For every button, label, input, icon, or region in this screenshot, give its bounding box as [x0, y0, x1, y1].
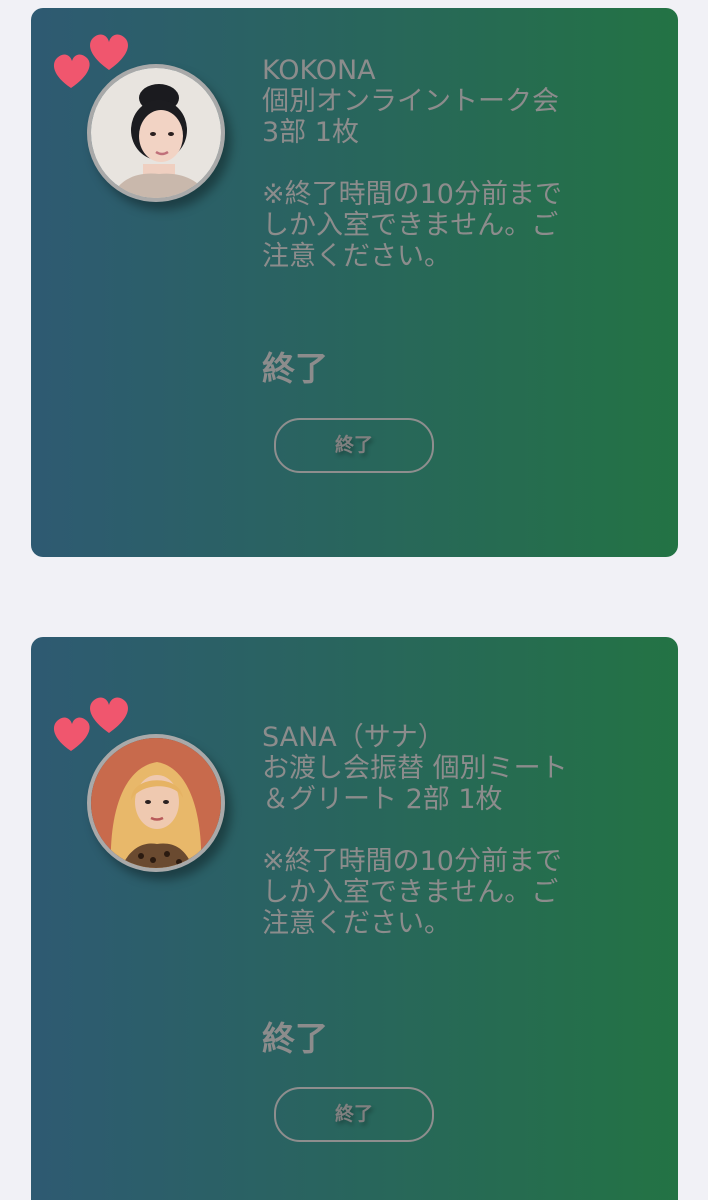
- entry-notice: ※終了時間の10分前まで しか入室できません。ご 注意ください。: [262, 179, 662, 272]
- entry-notice: ※終了時間の10分前まで しか入室できません。ご 注意ください。: [262, 846, 662, 939]
- avatar: [87, 64, 225, 202]
- ticket-info: SANA（サナ） お渡し会振替 個別ミート ＆グリート 2部 1枚 ※終了時間の…: [262, 722, 662, 939]
- status-label: 終了: [262, 1019, 328, 1058]
- notice-line: 注意ください。: [262, 241, 451, 272]
- member-name: SANA（サナ）: [262, 722, 445, 753]
- kokona-photo: [91, 68, 221, 198]
- sana-photo: [91, 738, 221, 868]
- ticket-info: KOKONA 個別オンライントーク会 3部 1枚 ※終了時間の10分前まで しか…: [262, 55, 662, 272]
- ticket-card-sana: SANA（サナ） お渡し会振替 個別ミート ＆グリート 2部 1枚 ※終了時間の…: [31, 637, 678, 1200]
- notice-line: ※終了時間の10分前まで: [262, 846, 562, 877]
- event-detail: 3部 1枚: [262, 117, 359, 148]
- status-label: 終了: [262, 349, 328, 388]
- notice-line: 注意ください。: [262, 908, 451, 939]
- event-title: お渡し会振替 個別ミート: [262, 753, 568, 784]
- notice-line: しか入室できません。ご: [262, 877, 559, 908]
- avatar: [87, 734, 225, 872]
- end-button[interactable]: 終了: [274, 1087, 434, 1142]
- notice-line: ※終了時間の10分前まで: [262, 179, 562, 210]
- end-button[interactable]: 終了: [274, 418, 434, 473]
- member-name: KOKONA: [262, 55, 376, 86]
- ticket-card-kokona: KOKONA 個別オンライントーク会 3部 1枚 ※終了時間の10分前まで しか…: [31, 8, 678, 557]
- event-title: 個別オンライントーク会: [262, 86, 559, 117]
- event-detail: ＆グリート 2部 1枚: [262, 784, 503, 815]
- notice-line: しか入室できません。ご: [262, 210, 559, 241]
